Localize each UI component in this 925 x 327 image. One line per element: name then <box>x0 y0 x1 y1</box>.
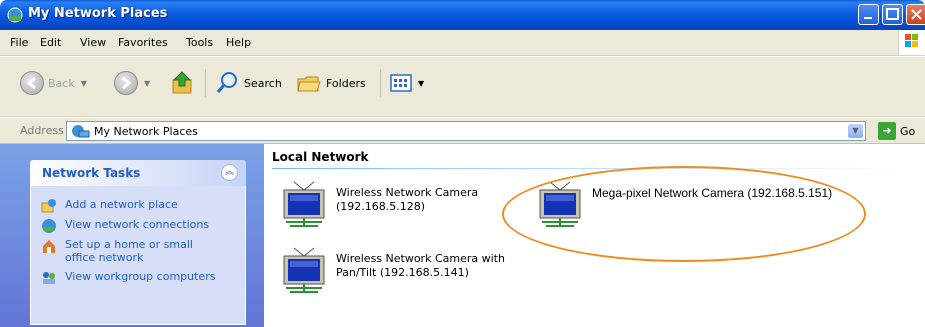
task-view-network-connections[interactable]: View network connections <box>41 218 209 234</box>
address-value: My Network Places <box>94 124 198 138</box>
back-label: Back <box>48 76 75 90</box>
network-tasks-panel: Network Tasks ︽ Add a network place View… <box>30 160 246 325</box>
title-bar[interactable]: My Network Places <box>0 0 925 30</box>
collapse-chevron-icon[interactable]: ︽ <box>221 164 238 181</box>
views-icon <box>390 74 412 92</box>
close-icon <box>911 9 922 20</box>
views-button[interactable]: ▼ <box>390 69 424 97</box>
task-link: View network connections <box>65 218 210 231</box>
folders-label: Folders <box>326 76 366 90</box>
close-button[interactable] <box>906 4 925 25</box>
network-connections-icon <box>42 219 56 233</box>
device-label: Wireless Network Camera with Pan/Tilt (1… <box>336 252 505 280</box>
network-tasks-body: Add a network place View network connect… <box>30 186 246 325</box>
highlight-annotation <box>502 166 866 262</box>
address-dropdown-icon[interactable]: ▼ <box>848 124 863 138</box>
network-tasks-title: Network Tasks <box>42 166 141 180</box>
address-field[interactable]: My Network Places ▼ <box>66 121 866 141</box>
forward-dropdown-icon[interactable]: ▼ <box>144 79 150 88</box>
windows-logo <box>898 30 925 55</box>
menu-favorites[interactable]: Favorites <box>118 36 168 49</box>
network-device-icon <box>283 247 325 293</box>
standard-toolbar: Back ▼ ▼ Search Folders ▼ <box>0 57 925 117</box>
task-add-network-place[interactable]: Add a network place <box>41 198 178 214</box>
up-folder-icon <box>172 71 192 94</box>
device-label: Wireless Network Camera (192.168.5.128) <box>336 186 478 214</box>
minimize-button[interactable] <box>858 4 879 25</box>
add-network-place-icon <box>41 199 56 213</box>
back-button[interactable]: Back ▼ <box>20 69 87 97</box>
network-item-wireless-camera[interactable]: Wireless Network Camera (192.168.5.128) <box>280 180 478 228</box>
folders-button[interactable]: Folders <box>296 69 366 97</box>
back-dropdown-icon[interactable]: ▼ <box>81 79 87 88</box>
home-network-icon <box>43 240 55 253</box>
device-name: Wireless Network Camera with <box>336 252 505 265</box>
task-view-workgroup-computers[interactable]: View workgroup computers <box>41 270 215 286</box>
device-name: Wireless Network Camera <box>336 186 479 199</box>
workgroup-icon <box>43 272 55 284</box>
maximize-button[interactable] <box>882 4 903 25</box>
menu-help[interactable]: Help <box>226 36 251 49</box>
toolbar-separator <box>380 69 381 97</box>
group-title: Local Network <box>272 150 369 164</box>
network-places-icon <box>72 125 90 138</box>
menu-bar: File Edit View Favorites Tools Help <box>0 30 925 56</box>
explorer-window: My Network Places File Edit View Favorit… <box>0 0 925 327</box>
menu-file[interactable]: File <box>10 36 28 49</box>
task-setup-home-network[interactable]: Set up a home or small office network <box>41 238 205 264</box>
menu-tools[interactable]: Tools <box>186 36 213 49</box>
toolbar-separator <box>205 69 206 97</box>
maximize-icon <box>886 8 899 20</box>
task-link: Add a network place <box>65 198 178 211</box>
network-tasks-header[interactable]: Network Tasks ︽ <box>30 160 246 186</box>
address-bar: Address My Network Places ▼ ➜ Go <box>0 118 925 144</box>
network-device-icon <box>283 181 325 227</box>
network-item-wireless-camera-pan-tilt[interactable]: Wireless Network Camera with Pan/Tilt (1… <box>280 246 505 294</box>
go-arrow-icon: ➜ <box>878 122 896 140</box>
search-label: Search <box>244 76 282 90</box>
up-button[interactable] <box>170 69 196 97</box>
forward-button[interactable]: ▼ <box>114 69 150 97</box>
address-label: Address <box>20 124 64 137</box>
go-label: Go <box>900 124 916 138</box>
go-button[interactable]: ➜ Go <box>878 122 915 140</box>
device-address: Pan/Tilt (192.168.5.141) <box>336 266 469 279</box>
search-icon <box>216 72 237 93</box>
search-button[interactable]: Search <box>216 69 282 97</box>
window-title: My Network Places <box>28 6 168 21</box>
minimize-icon <box>864 17 872 19</box>
task-pane: Network Tasks ︽ Add a network place View… <box>0 144 264 327</box>
task-link: View workgroup computers <box>65 270 216 283</box>
forward-arrow-icon <box>114 71 138 95</box>
task-link: Set up a home or small office network <box>65 238 193 264</box>
device-address: (192.168.5.128) <box>336 200 426 213</box>
folders-icon <box>297 76 321 92</box>
group-divider <box>272 168 912 169</box>
back-arrow-icon <box>20 71 44 95</box>
menu-edit[interactable]: Edit <box>40 36 61 49</box>
network-places-icon <box>7 7 23 23</box>
views-dropdown-icon[interactable]: ▼ <box>418 79 424 88</box>
windows-flag-icon <box>905 34 918 47</box>
menu-view[interactable]: View <box>80 36 106 49</box>
